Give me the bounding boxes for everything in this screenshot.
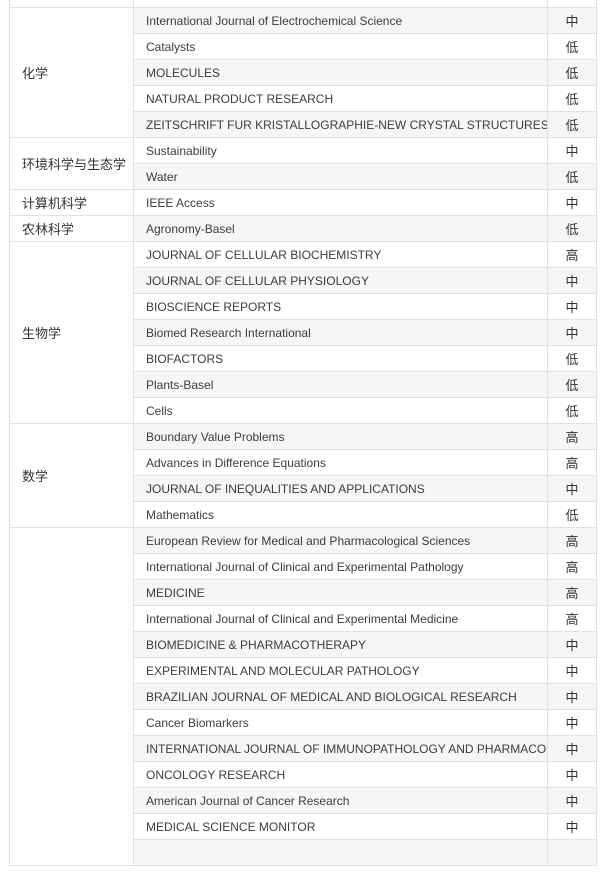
journal-name-cell: ZEITSCHRIFT FUR KRISTALLOGRAPHIE-NEW CRY… <box>133 111 548 138</box>
journal-name-cell: Boundary Value Problems <box>133 423 548 450</box>
table-body: 化学 International Journal of Electrochemic… <box>9 0 597 866</box>
level-cell: 中 <box>547 7 597 34</box>
level-cell: 中 <box>547 735 597 762</box>
level-cell: 中 <box>547 657 597 684</box>
category-cell: 化学 <box>9 7 134 138</box>
category-cell: 生物学 <box>9 241 134 424</box>
journal-name-cell: NATURAL PRODUCT RESEARCH <box>133 85 548 112</box>
level-cell: 低 <box>547 59 597 86</box>
level-cell: 中 <box>547 683 597 710</box>
level-cell: 高 <box>547 527 597 554</box>
table-row: 计算机科学 IEEE Access 中 <box>9 189 597 216</box>
journal-name-cell: EXPERIMENTAL AND MOLECULAR PATHOLOGY <box>133 657 548 684</box>
category-cell: 农林科学 <box>9 215 134 242</box>
journal-name-cell: Water <box>133 163 548 190</box>
journal-name-cell: International Journal of Electrochemical… <box>133 7 548 34</box>
table-row: 化学 International Journal of Electrochemic… <box>9 7 597 138</box>
category-cell: 数学 <box>9 423 134 528</box>
journal-name-cell <box>133 839 548 866</box>
journal-name-cell: MEDICAL SCIENCE MONITOR <box>133 813 548 840</box>
category-cell <box>9 527 134 866</box>
level-cell: 低 <box>547 215 597 242</box>
journal-name-cell: Sustainability <box>133 137 548 164</box>
level-cell: 中 <box>547 189 597 216</box>
level-cell: 高 <box>547 423 597 450</box>
table-row: European Review for Medical and Pharmaco… <box>9 527 597 866</box>
level-cell: 低 <box>547 163 597 190</box>
journal-name-cell: Mathematics <box>133 501 548 528</box>
table-row: 数学 Boundary Value Problems 高 <box>9 423 597 528</box>
journal-name-cell: Cells <box>133 397 548 424</box>
level-cell: 低 <box>547 345 597 372</box>
journal-name-cell: European Review for Medical and Pharmaco… <box>133 527 548 554</box>
level-cell: 低 <box>547 371 597 398</box>
journal-name-cell: American Journal of Cancer Research <box>133 787 548 814</box>
journal-name-cell <box>133 0 548 8</box>
table-row <box>9 0 597 8</box>
level-cell: 低 <box>547 85 597 112</box>
level-cell: 中 <box>547 137 597 164</box>
level-cell: 高 <box>547 449 597 476</box>
journal-name-cell: ONCOLOGY RESEARCH <box>133 761 548 788</box>
level-cell: 中 <box>547 761 597 788</box>
journal-name-cell: INTERNATIONAL JOURNAL OF IMMUNOPATHOLOGY… <box>133 735 548 762</box>
level-cell: 高 <box>547 579 597 606</box>
journal-name-cell: MEDICINE <box>133 579 548 606</box>
journal-name-cell: JOURNAL OF CELLULAR PHYSIOLOGY <box>133 267 548 294</box>
level-cell: 高 <box>547 241 597 268</box>
journal-name-cell: JOURNAL OF CELLULAR BIOCHEMISTRY <box>133 241 548 268</box>
table-row: 生物学 JOURNAL OF CELLULAR BIOCHEMISTRY 高 <box>9 241 597 424</box>
level-cell: 高 <box>547 553 597 580</box>
journal-name-cell: Plants-Basel <box>133 371 548 398</box>
journal-name-cell: BIOFACTORS <box>133 345 548 372</box>
journal-name-cell: Cancer Biomarkers <box>133 709 548 736</box>
level-cell: 低 <box>547 501 597 528</box>
category-cell: 计算机科学 <box>9 189 134 216</box>
table-row: 环境科学与生态学 Sustainability 中 <box>9 137 597 190</box>
journal-name-cell: Advances in Difference Equations <box>133 449 548 476</box>
level-cell: 中 <box>547 293 597 320</box>
journal-name-cell: BIOMEDICINE & PHARMACOTHERAPY <box>133 631 548 658</box>
level-cell: 高 <box>547 605 597 632</box>
journal-name-cell: International Journal of Clinical and Ex… <box>133 605 548 632</box>
level-cell: 中 <box>547 709 597 736</box>
journal-name-cell: International Journal of Clinical and Ex… <box>133 553 548 580</box>
level-cell <box>547 0 597 8</box>
journal-name-cell: BIOSCIENCE REPORTS <box>133 293 548 320</box>
journal-table: 化学 International Journal of Electrochemic… <box>9 0 597 866</box>
journal-name-cell: Agronomy-Basel <box>133 215 548 242</box>
category-cell: 环境科学与生态学 <box>9 137 134 190</box>
level-cell: 中 <box>547 631 597 658</box>
level-cell: 低 <box>547 33 597 60</box>
journal-name-cell: MOLECULES <box>133 59 548 86</box>
journal-name-cell: Catalysts <box>133 33 548 60</box>
journal-name-cell: Biomed Research International <box>133 319 548 346</box>
level-cell: 中 <box>547 267 597 294</box>
level-cell: 低 <box>547 397 597 424</box>
level-cell: 中 <box>547 319 597 346</box>
table-row: 农林科学 Agronomy-Basel 低 <box>9 215 597 242</box>
level-cell: 中 <box>547 787 597 814</box>
journal-name-cell: JOURNAL OF INEQUALITIES AND APPLICATIONS <box>133 475 548 502</box>
level-cell: 低 <box>547 111 597 138</box>
journal-name-cell: BRAZILIAN JOURNAL OF MEDICAL AND BIOLOGI… <box>133 683 548 710</box>
category-cell <box>9 0 134 8</box>
level-cell: 中 <box>547 475 597 502</box>
journal-name-cell: IEEE Access <box>133 189 548 216</box>
level-cell: 中 <box>547 813 597 840</box>
level-cell <box>547 839 597 866</box>
